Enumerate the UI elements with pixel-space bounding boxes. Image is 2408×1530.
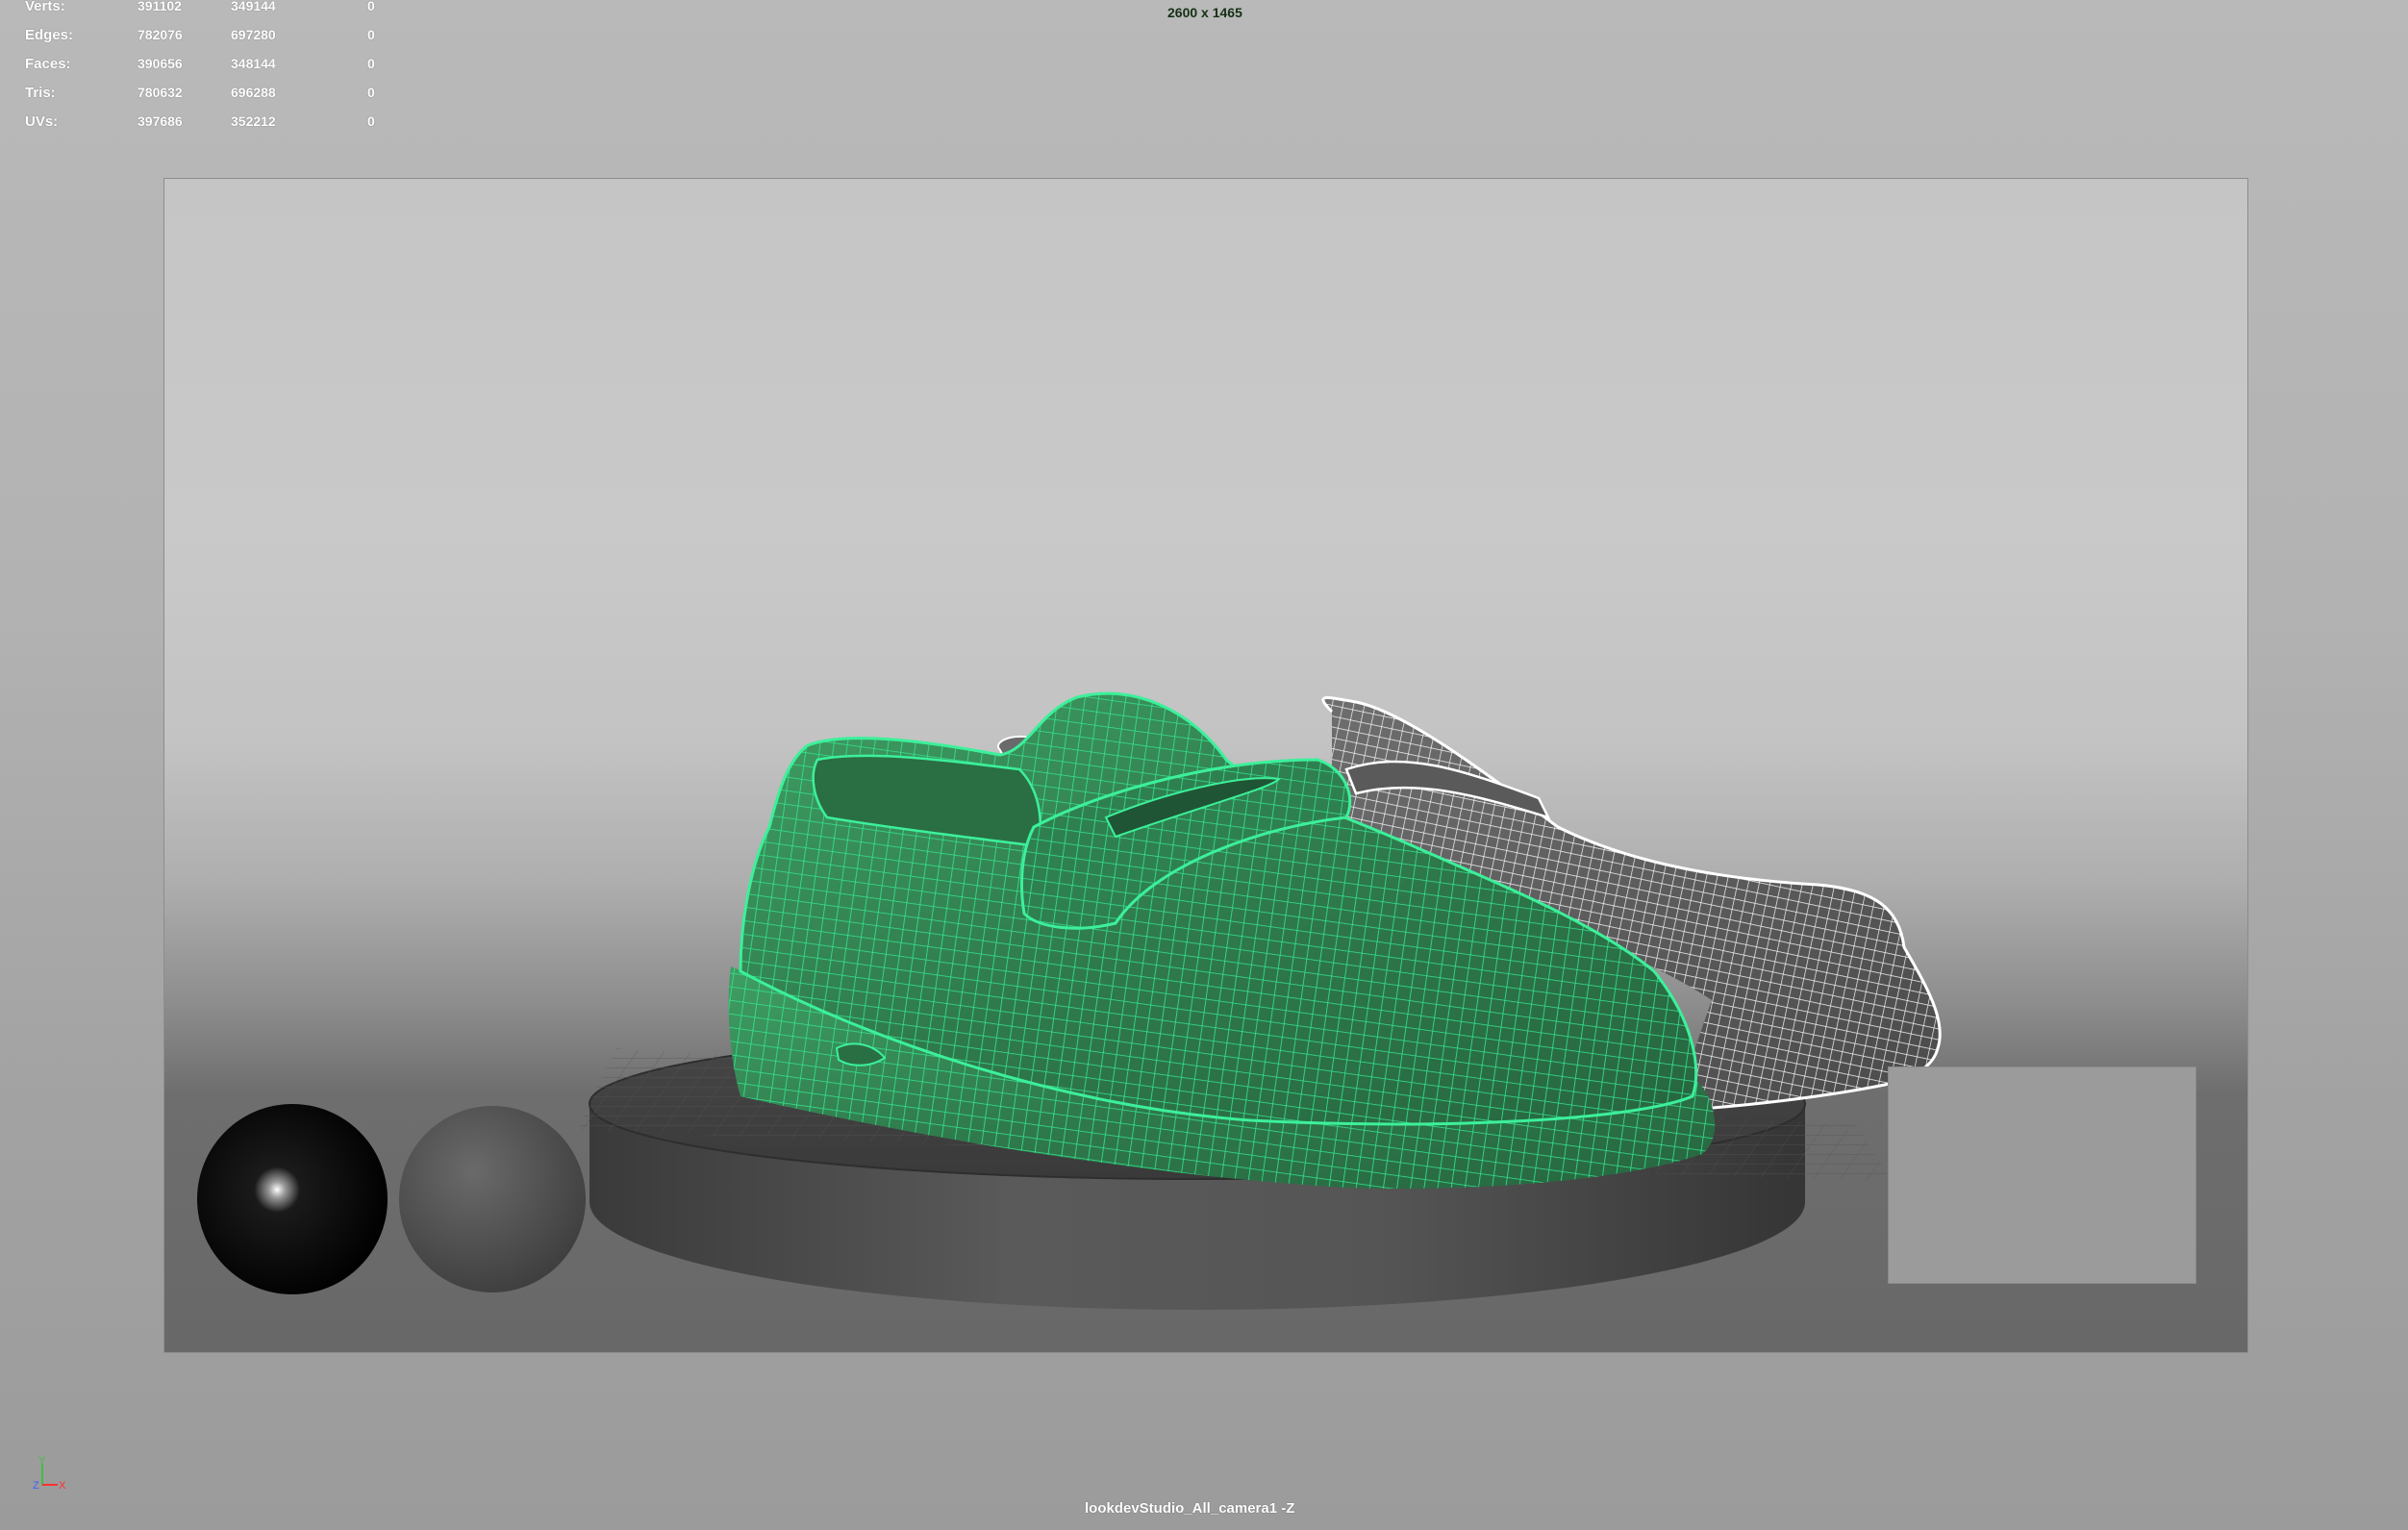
axis-x-label: X (59, 1480, 66, 1492)
camera-name-label: lookdevStudio_All_camera1 -Z (1085, 1500, 1295, 1517)
color-reference-swatch (1888, 1066, 2196, 1284)
shader-ball-grey[interactable] (399, 1106, 586, 1292)
axis-y-label: Y (38, 1455, 46, 1467)
shader-ball-chrome[interactable] (197, 1104, 388, 1294)
xyz-axis-gizmo-icon: Y Z X (29, 1452, 77, 1500)
axis-z-label: Z (33, 1480, 39, 1492)
shoe-wireframe-selected[interactable] (728, 691, 1716, 1189)
viewport-scene[interactable] (0, 0, 2408, 1530)
